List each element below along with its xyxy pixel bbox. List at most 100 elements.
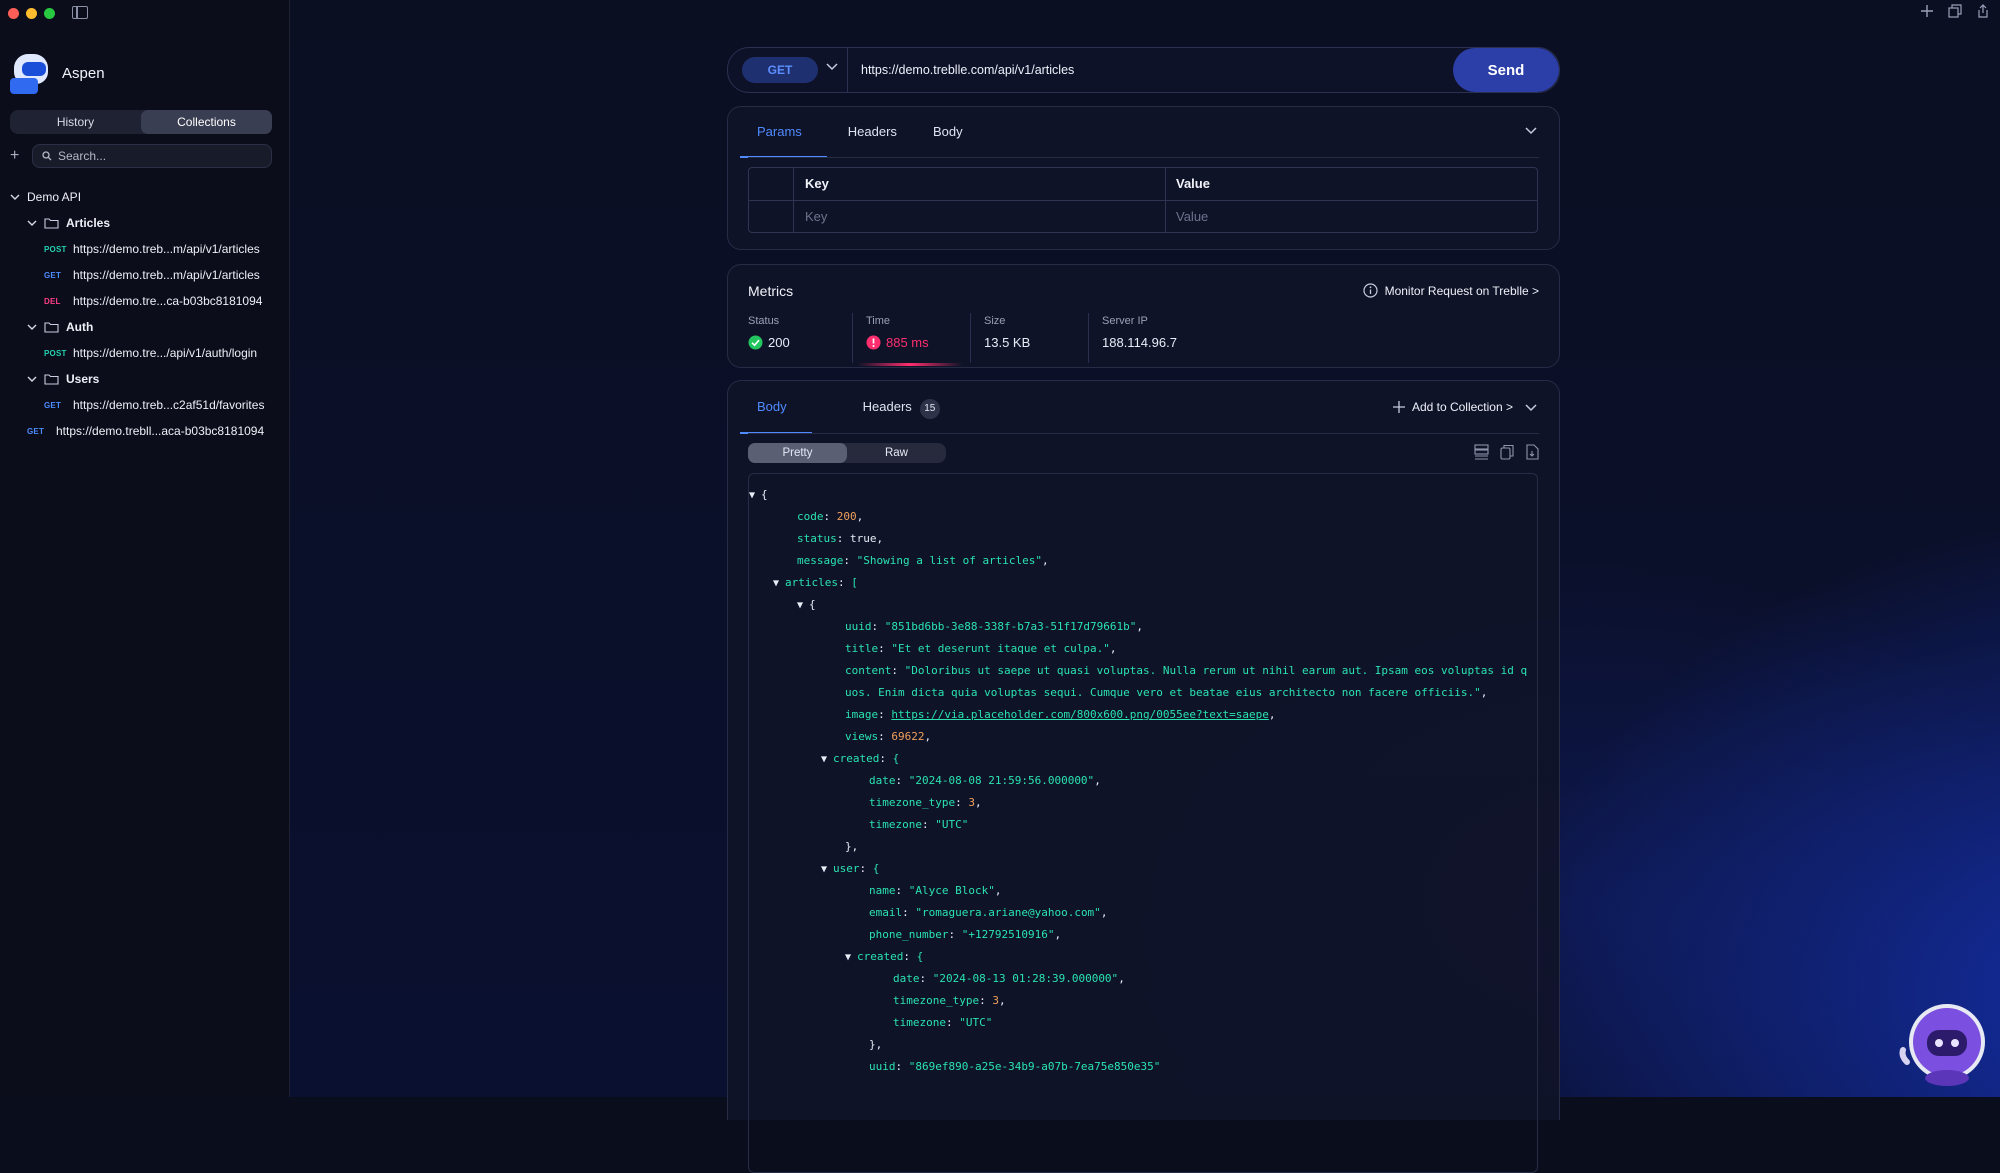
json-key: timezone_type xyxy=(893,994,980,1007)
metric-status: Status 200 xyxy=(748,315,790,350)
json-value: "romaguera.ariane@yahoo.com" xyxy=(915,906,1101,919)
json-line: views: 69622, xyxy=(845,730,932,743)
json-key: user xyxy=(833,862,860,875)
json-key: image xyxy=(845,708,879,721)
request-item[interactable]: POST https://demo.tre.../api/v1/auth/log… xyxy=(44,342,257,364)
monitor-request-link[interactable]: Monitor Request on Treblle > xyxy=(1362,283,1539,298)
metric-value: 200 xyxy=(768,335,790,350)
time-highlight-bar xyxy=(858,363,962,366)
json-value: "2024-08-13 01:28:39.000000" xyxy=(932,972,1119,985)
json-key: date xyxy=(893,972,920,985)
metric-label: Time xyxy=(866,315,891,327)
json-line: ▼ created: { xyxy=(845,950,924,963)
add-collection-icon[interactable]: + xyxy=(10,148,19,164)
tab-response-headers[interactable]: Headers 15 xyxy=(854,381,949,433)
json-value: "UTC" xyxy=(935,818,969,831)
headers-count-badge: 15 xyxy=(919,399,940,419)
request-item[interactable]: POST https://demo.treb...m/api/v1/articl… xyxy=(44,238,260,260)
response-panel: Body Headers 15 Add to Collection > Prett… xyxy=(727,380,1560,1173)
param-key-input[interactable]: Key xyxy=(805,201,827,233)
sidebar-mode-toggle: History Collections xyxy=(10,110,272,134)
json-value: "UTC" xyxy=(959,1016,993,1029)
request-item[interactable]: DEL https://demo.tre...ca-b03bc8181094 xyxy=(44,290,262,312)
view-raw[interactable]: Raw xyxy=(847,443,946,463)
collapse-toggle-icon[interactable]: ▼ xyxy=(821,864,833,875)
collapse-toggle-icon[interactable]: ▼ xyxy=(821,754,833,765)
tab-collections[interactable]: Collections xyxy=(141,110,272,134)
json-line: timezone_type: 3, xyxy=(893,994,1006,1007)
send-button[interactable]: Send xyxy=(1453,48,1559,92)
download-file-icon[interactable] xyxy=(1525,444,1539,460)
tab-params[interactable]: Params xyxy=(740,107,827,158)
folder-users[interactable]: Users xyxy=(27,368,99,390)
collection-demo-api[interactable]: Demo API xyxy=(10,186,81,208)
json-key: created xyxy=(857,950,904,963)
json-line: message: "Showing a list of articles", xyxy=(797,554,1049,567)
collapse-toggle-icon[interactable]: ▼ xyxy=(845,952,857,963)
json-key: code xyxy=(797,510,824,523)
collapse-toggle-icon[interactable]: ▼ xyxy=(773,578,785,589)
tab-label: Headers xyxy=(862,399,912,414)
json-line: image: https://via.placeholder.com/800x6… xyxy=(845,708,1276,721)
tab-headers[interactable]: Headers xyxy=(839,107,906,157)
divider xyxy=(748,157,1539,158)
alert-circle-icon xyxy=(866,335,881,350)
copy-icon[interactable] xyxy=(1500,444,1514,460)
add-to-collection-button[interactable]: Add to Collection > xyxy=(1392,400,1513,414)
url-input[interactable]: https://demo.treblle.com/api/v1/articles xyxy=(861,48,1074,92)
json-value: "Showing a list of articles" xyxy=(856,554,1043,567)
collection-name: Demo API xyxy=(27,190,82,204)
column-header-value: Value xyxy=(1176,176,1210,191)
tab-body[interactable]: Body xyxy=(924,107,972,157)
collapse-toggle-icon[interactable]: ▼ xyxy=(797,600,809,611)
new-tab-icon[interactable] xyxy=(1920,4,1934,18)
request-item[interactable]: GET https://demo.trebll...aca-b03bc81810… xyxy=(27,420,264,442)
json-line: email: "romaguera.ariane@yahoo.com", xyxy=(869,906,1108,919)
chevron-down-icon xyxy=(27,376,37,382)
folder-name: Auth xyxy=(66,320,94,334)
assistant-bot-icon[interactable] xyxy=(1897,1000,1987,1090)
metric-size: Size 13.5 KB xyxy=(984,315,1030,350)
collapse-toggle-icon[interactable]: ▼ xyxy=(749,490,761,501)
json-line: uuid: "869ef890-a25e-34b9-a07b-7ea75e850… xyxy=(869,1060,1161,1073)
json-value: { xyxy=(892,752,900,765)
share-icon[interactable] xyxy=(1976,4,1990,18)
method-select[interactable]: GET xyxy=(742,57,818,83)
json-line: ▼ { xyxy=(749,484,768,506)
request-item[interactable]: GET https://demo.treb...m/api/v1/article… xyxy=(44,264,260,286)
close-window-button[interactable] xyxy=(8,8,19,19)
tab-history[interactable]: History xyxy=(10,110,141,134)
folder-auth[interactable]: Auth xyxy=(27,316,93,338)
folder-name: Articles xyxy=(66,216,111,230)
json-value: 3 xyxy=(992,994,999,1007)
json-value: 200 xyxy=(836,510,857,523)
metric-time: Time 885 ms xyxy=(866,315,929,350)
json-line: name: "Alyce Block", xyxy=(869,884,1002,897)
metrics-title: Metrics xyxy=(748,283,794,299)
chevron-down-icon[interactable] xyxy=(1525,404,1537,412)
response-tabs: Body Headers 15 xyxy=(740,381,967,434)
request-item[interactable]: GET https://demo.treb...c2af51d/favorite… xyxy=(44,394,264,416)
folder-articles[interactable]: Articles xyxy=(27,212,110,234)
stack-icon[interactable] xyxy=(1474,444,1489,460)
maximize-window-button[interactable] xyxy=(44,8,55,19)
minimize-window-button[interactable] xyxy=(26,8,37,19)
request-url: https://demo.trebll...aca-b03bc8181094 xyxy=(56,424,265,438)
json-link[interactable]: https://via.placeholder.com/800x600.png/… xyxy=(891,708,1269,721)
param-value-input[interactable]: Value xyxy=(1176,201,1208,233)
monitor-label: Monitor Request on Treblle > xyxy=(1384,283,1539,298)
json-value: true xyxy=(850,532,877,545)
json-key: timezone xyxy=(893,1016,946,1029)
duplicate-icon[interactable] xyxy=(1948,4,1962,18)
column-header-key: Key xyxy=(805,176,829,191)
chevron-down-icon[interactable] xyxy=(1525,127,1537,135)
chevron-down-icon[interactable] xyxy=(826,62,838,72)
json-value: { xyxy=(916,950,924,963)
request-panel: Params Headers Body Key Value Key Value xyxy=(727,106,1560,250)
tab-response-body[interactable]: Body xyxy=(740,381,812,434)
view-pretty[interactable]: Pretty xyxy=(748,443,847,463)
search-input[interactable] xyxy=(58,149,258,163)
metric-value: 188.114.96.7 xyxy=(1102,335,1177,350)
metric-label: Size xyxy=(984,315,1006,327)
sidebar-toggle-icon[interactable] xyxy=(72,6,88,19)
